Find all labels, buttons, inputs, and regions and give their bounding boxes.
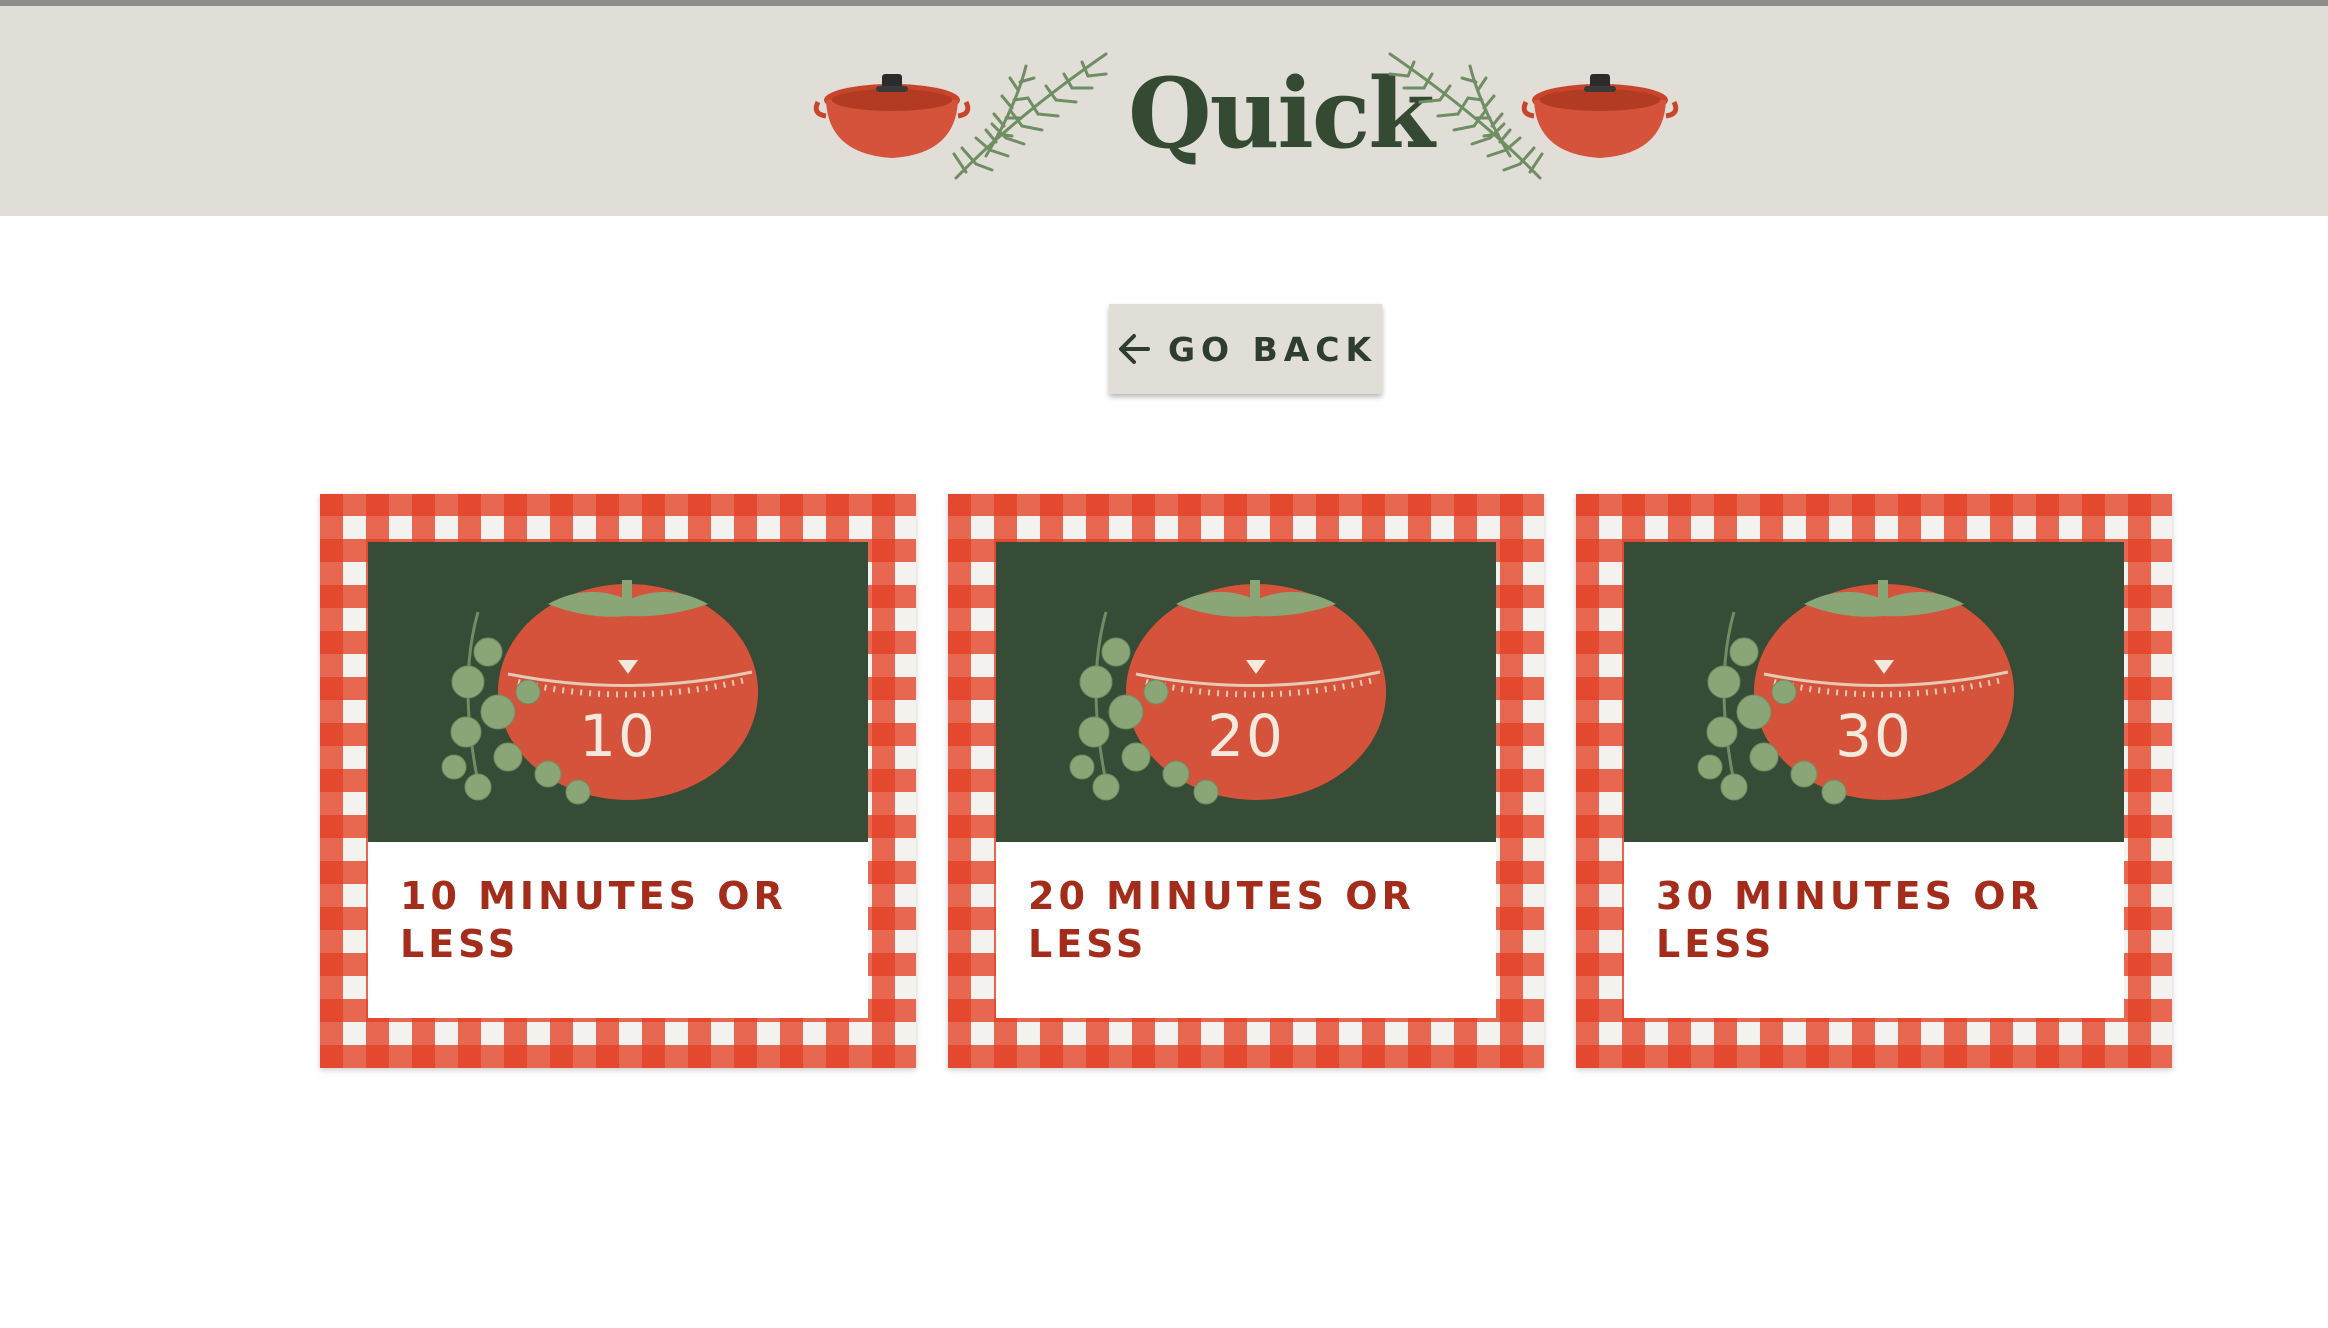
rosemary-sprig-icon [952, 52, 1108, 180]
site-header: Quick [0, 0, 2328, 216]
go-back-label: GO BACK [1167, 329, 1378, 369]
page-title: Quick [1128, 57, 1435, 170]
card-30-minutes[interactable]: 30 30 MINUTES OR LESS [1576, 494, 2172, 1068]
timer-number: 10 [579, 702, 657, 770]
card-10-minutes[interactable]: 10 10 MINUTES OR LESS [320, 494, 916, 1068]
card-body: 10 10 MINUTES OR LESS [368, 542, 868, 1018]
card-image: 20 [996, 542, 1496, 842]
card-20-minutes[interactable]: 20 20 MINUTES OR LESS [948, 494, 1544, 1068]
dutch-oven-icon [1521, 74, 1679, 158]
card-label: 30 MINUTES OR LESS [1656, 874, 2043, 966]
arrow-left-icon [1118, 334, 1150, 364]
tomato-timer-icon [1697, 580, 2014, 805]
tomato-timer-icon [441, 580, 758, 805]
card-image: 10 [368, 542, 868, 842]
go-back-button[interactable]: GO BACK [1109, 304, 1382, 394]
card-body: 20 20 MINUTES OR LESS [996, 542, 1496, 1018]
card-label: 10 MINUTES OR LESS [400, 874, 787, 966]
timer-number: 20 [1207, 702, 1285, 770]
card-body: 30 30 MINUTES OR LESS [1624, 542, 2124, 1018]
card-label: 20 MINUTES OR LESS [1028, 874, 1415, 966]
tomato-timer-icon [1069, 580, 1386, 805]
timer-number: 30 [1835, 702, 1913, 770]
card-image: 30 [1624, 542, 2124, 842]
